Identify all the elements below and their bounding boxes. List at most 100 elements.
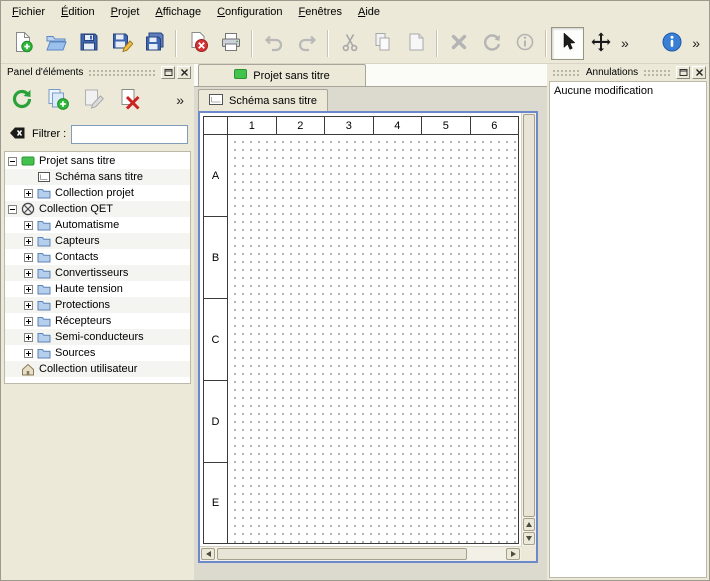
vertical-scrollbar-thumb[interactable]	[523, 114, 535, 517]
tree-item-protections[interactable]: Protections	[5, 297, 190, 313]
tree-item-label: Semi-conducteurs	[55, 331, 144, 343]
tree-item-haute-tension[interactable]: Haute tension	[5, 281, 190, 297]
qet-collection-icon	[21, 202, 35, 216]
mdi-area: Schéma sans titre 1 2 3 4	[194, 87, 547, 580]
tree-item-sources[interactable]: Sources	[5, 345, 190, 361]
menu-edition[interactable]: Édition	[53, 2, 103, 22]
tree-item-label: Collection QET	[39, 203, 113, 215]
column-ruler: 1 2 3 4 5 6	[228, 117, 518, 135]
scroll-track[interactable]	[468, 547, 505, 561]
menu-projet[interactable]: Projet	[103, 2, 148, 22]
tree-item-semi-conducteurs[interactable]: Semi-conducteurs	[5, 329, 190, 345]
expander-collapse-icon[interactable]	[8, 157, 17, 166]
expander-expand-icon[interactable]	[24, 285, 33, 294]
expander-expand-icon[interactable]	[24, 333, 33, 342]
horizontal-scrollbar-thumb[interactable]	[217, 548, 467, 560]
new-element-button[interactable]	[43, 85, 73, 115]
delete-button[interactable]	[442, 27, 475, 60]
dock-grip[interactable]	[88, 69, 157, 76]
tree-item-collection-qet[interactable]: Collection QET	[5, 201, 190, 217]
vertical-scrollbar[interactable]	[521, 113, 536, 546]
expander-expand-icon[interactable]	[24, 189, 33, 198]
print-button[interactable]	[214, 27, 247, 60]
new-file-button[interactable]	[6, 27, 39, 60]
expander-expand-icon[interactable]	[24, 349, 33, 358]
delete-element-icon	[118, 87, 142, 114]
save-as-button[interactable]	[105, 27, 138, 60]
edit-element-button[interactable]	[79, 85, 109, 115]
toolbar-overflow-chevron[interactable]: »	[617, 27, 633, 60]
tab-schema-sans-titre[interactable]: Schéma sans titre	[198, 89, 328, 111]
close-dock-button[interactable]	[177, 66, 191, 79]
menu-fichier[interactable]: Fichier	[4, 2, 53, 22]
rotate-button[interactable]	[475, 27, 508, 60]
triangle-up-icon	[526, 522, 532, 527]
tree-item-recepteurs[interactable]: Récepteurs	[5, 313, 190, 329]
copy-button[interactable]	[366, 27, 399, 60]
scroll-up-button[interactable]	[523, 518, 535, 531]
delete-element-button[interactable]	[115, 85, 145, 115]
menu-fenetres[interactable]: Fenêtres	[291, 2, 350, 22]
tree-item-label: Contacts	[55, 251, 98, 263]
undo-history-list[interactable]: Aucune modification	[549, 81, 707, 578]
dock-grip[interactable]	[552, 69, 581, 76]
paste-button[interactable]	[399, 27, 432, 60]
expander-expand-icon[interactable]	[24, 221, 33, 230]
reload-icon	[10, 87, 34, 114]
tree-item-convertisseurs[interactable]: Convertisseurs	[5, 265, 190, 281]
cut-button[interactable]	[333, 27, 366, 60]
close-file-button[interactable]	[181, 27, 214, 60]
close-dock-button[interactable]	[692, 66, 706, 79]
reload-collections-button[interactable]	[7, 85, 37, 115]
tree-item-schema[interactable]: Schéma sans titre	[5, 169, 190, 185]
tree-item-project[interactable]: Projet sans titre	[5, 153, 190, 169]
schema-grid-canvas[interactable]	[228, 135, 518, 543]
undo-dock-titlebar[interactable]: Annulations	[547, 64, 709, 80]
save-button[interactable]	[72, 27, 105, 60]
schema-view[interactable]: 1 2 3 4 5 6 A B C	[200, 113, 536, 561]
scroll-left-button[interactable]	[201, 548, 215, 560]
expander-expand-icon[interactable]	[24, 253, 33, 262]
tab-projet-sans-titre[interactable]: Projet sans titre	[198, 64, 366, 86]
tree-item-contacts[interactable]: Contacts	[5, 249, 190, 265]
expander-collapse-icon[interactable]	[8, 205, 17, 214]
menu-aide[interactable]: Aide	[350, 2, 388, 22]
filter-input[interactable]	[71, 125, 188, 144]
column-label: 2	[277, 117, 326, 135]
undo-button[interactable]	[257, 27, 290, 60]
tree-item-collection-utilisateur[interactable]: Collection utilisateur	[5, 361, 190, 377]
menu-configuration[interactable]: Configuration	[209, 2, 290, 22]
tree-item-automatisme[interactable]: Automatisme	[5, 217, 190, 233]
elements-toolbar-overflow-chevron[interactable]: »	[172, 84, 188, 117]
elements-tree[interactable]: Projet sans titre Schéma sans titre Coll…	[4, 151, 191, 384]
open-file-button[interactable]	[39, 27, 72, 60]
expander-expand-icon[interactable]	[24, 301, 33, 310]
expander-expand-icon[interactable]	[24, 317, 33, 326]
redo-button[interactable]	[290, 27, 323, 60]
selection-mode-button[interactable]	[551, 27, 584, 60]
elements-panel-titlebar[interactable]: Panel d'éléments	[1, 64, 194, 80]
horizontal-scrollbar[interactable]	[200, 546, 521, 561]
scroll-right-button[interactable]	[506, 548, 520, 560]
mdi-center: Projet sans titre Schéma sans titre	[194, 64, 547, 580]
tree-item-capteurs[interactable]: Capteurs	[5, 233, 190, 249]
expander-expand-icon[interactable]	[24, 237, 33, 246]
element-infos-button[interactable]	[508, 27, 541, 60]
dock-grip[interactable]	[643, 69, 672, 76]
menu-affichage[interactable]: Affichage	[147, 2, 209, 22]
scroll-down-button[interactable]	[523, 532, 535, 545]
help-toolbar-overflow-chevron[interactable]: »	[688, 27, 704, 60]
float-dock-button[interactable]	[676, 66, 690, 79]
clear-filter-button[interactable]	[7, 124, 27, 144]
about-qet-button[interactable]	[655, 27, 688, 60]
column-label: 6	[471, 117, 519, 135]
workspace: Panel d'éléments » Filtrer :	[1, 64, 709, 580]
visualisation-mode-button[interactable]	[584, 27, 617, 60]
open-folder-icon	[45, 31, 67, 56]
float-dock-button[interactable]	[161, 66, 175, 79]
save-all-button[interactable]	[138, 27, 171, 60]
toolbar-separator	[436, 30, 438, 57]
toolbar-separator	[327, 30, 329, 57]
expander-expand-icon[interactable]	[24, 269, 33, 278]
tree-item-collection-projet[interactable]: Collection projet	[5, 185, 190, 201]
